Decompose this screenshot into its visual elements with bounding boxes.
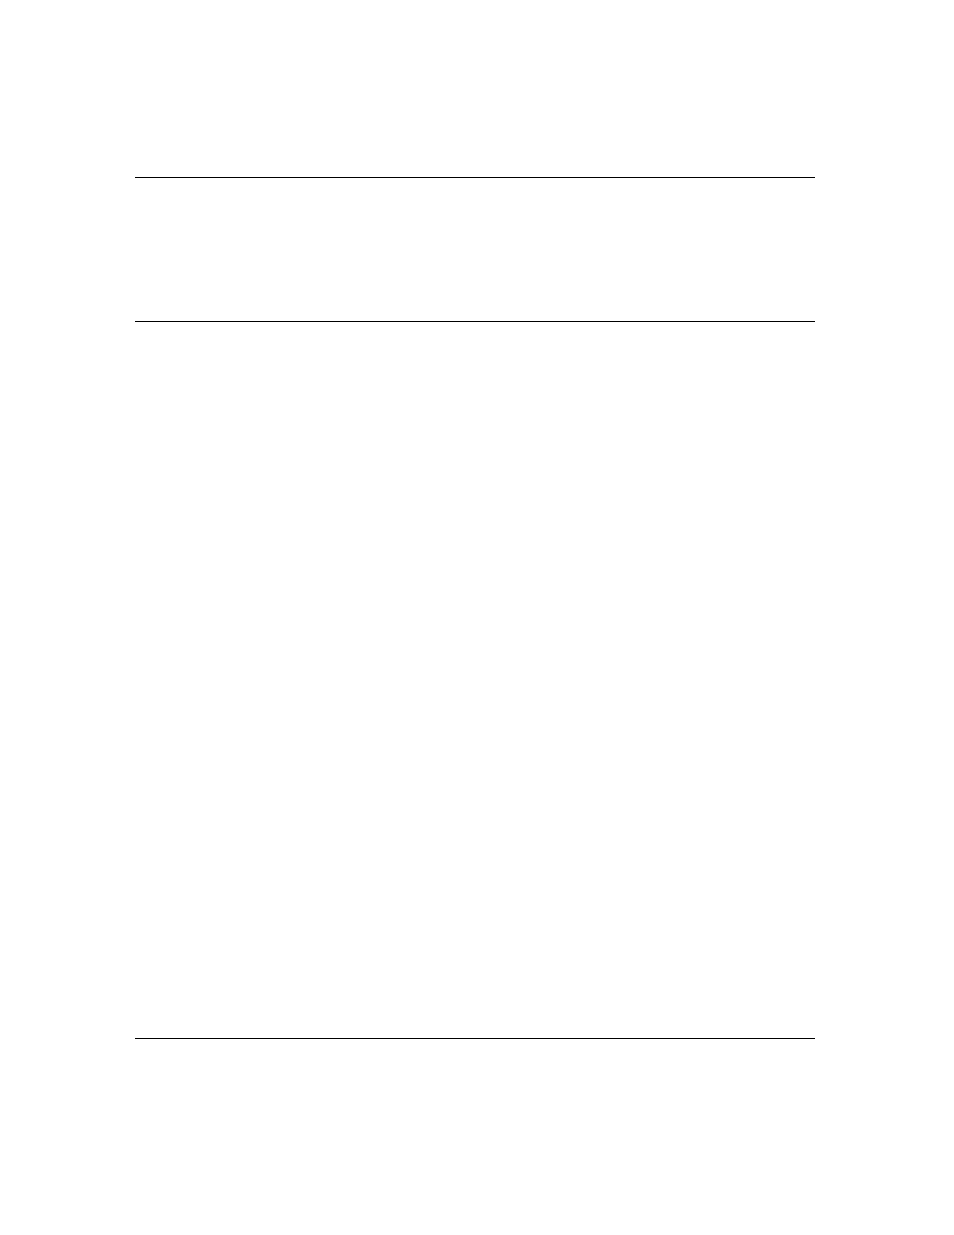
horizontal-rule-top	[135, 177, 815, 178]
horizontal-rule-bottom	[135, 1038, 815, 1039]
document-page	[0, 0, 954, 1235]
horizontal-rule-middle	[135, 321, 815, 322]
